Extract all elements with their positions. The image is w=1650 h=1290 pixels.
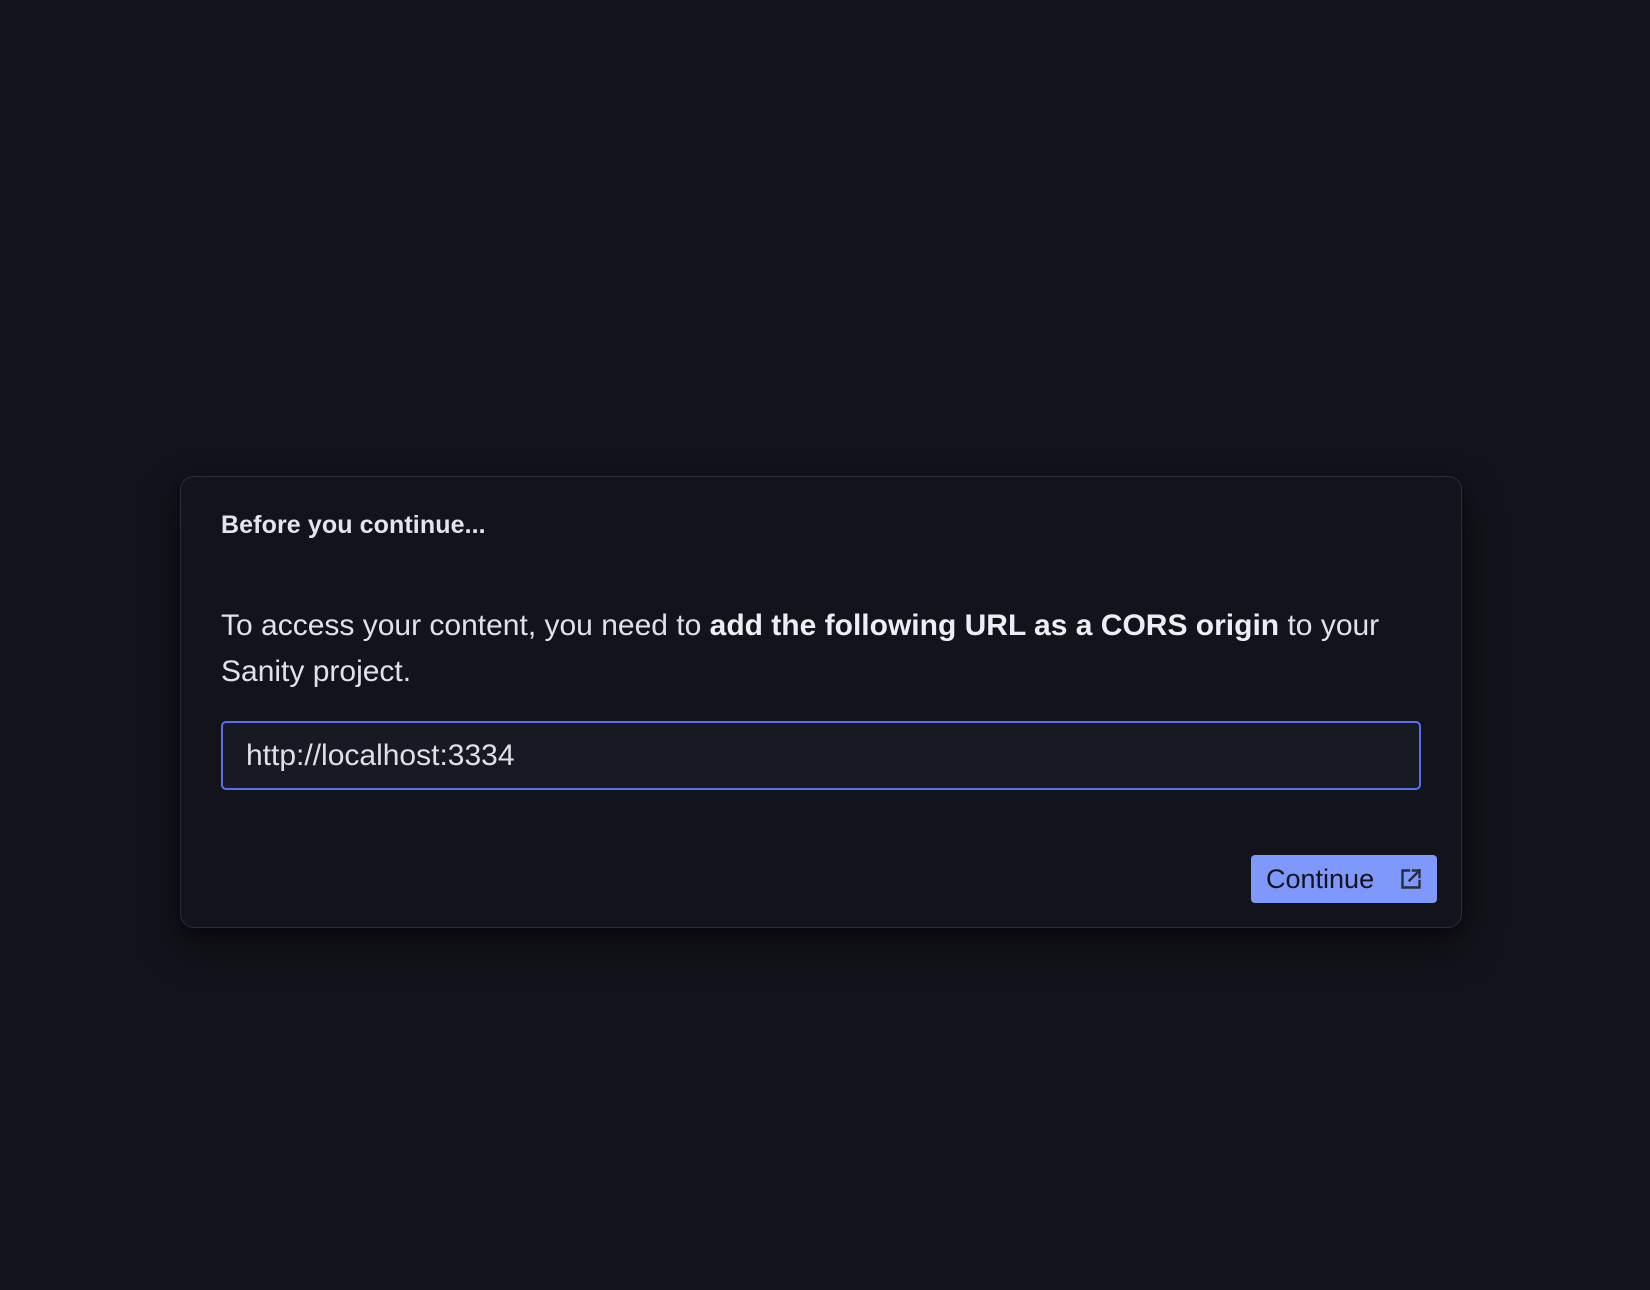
cors-origin-dialog: Before you continue... To access your co… <box>180 476 1462 928</box>
dialog-message: To access your content, you need to add … <box>221 603 1421 695</box>
continue-button-label: Continue <box>1266 863 1375 894</box>
message-text-before: To access your content, you need to <box>221 609 710 642</box>
cors-origin-url-field[interactable] <box>221 721 1421 790</box>
dialog-title: Before you continue... <box>221 511 486 539</box>
external-link-icon <box>1397 865 1425 893</box>
continue-button[interactable]: Continue <box>1251 855 1437 903</box>
message-emphasis: add the following URL as a CORS origin <box>709 609 1280 642</box>
